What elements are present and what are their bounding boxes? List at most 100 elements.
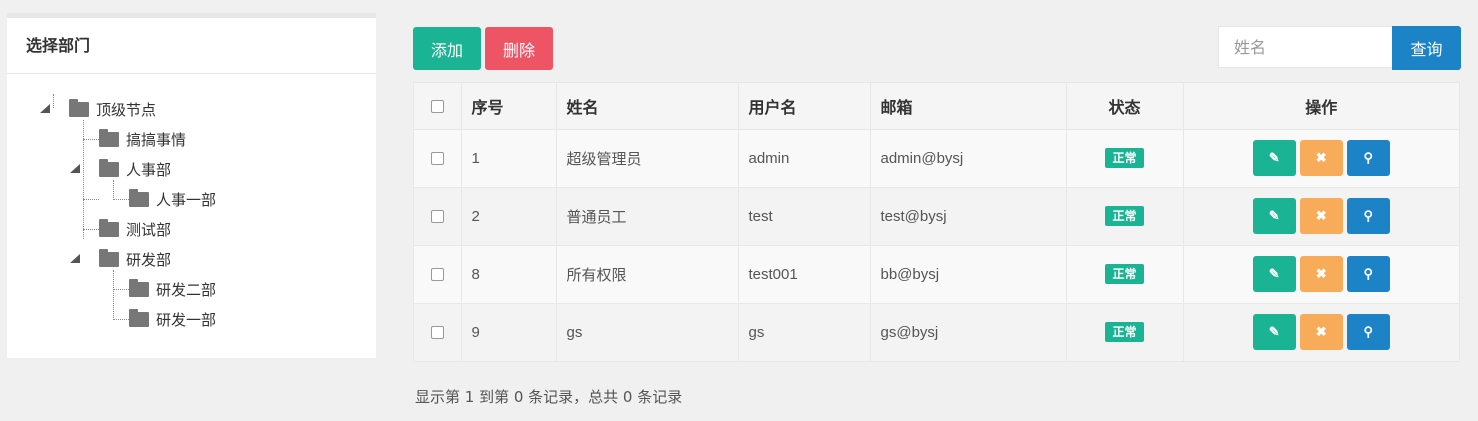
department-panel-title: 选择部门 xyxy=(7,18,376,74)
reset-password-button[interactable]: ⚲ xyxy=(1346,314,1390,350)
tree-node[interactable]: 研发部 xyxy=(99,248,171,270)
select-all-header xyxy=(414,83,462,130)
tree-node-label: 顶级节点 xyxy=(96,100,157,119)
tree-node-label: 测试部 xyxy=(126,220,172,239)
remove-icon: ✖ xyxy=(1315,324,1327,339)
edit-button[interactable]: ✎ xyxy=(1252,140,1296,176)
edit-button[interactable]: ✎ xyxy=(1252,256,1296,292)
edit-icon: ✎ xyxy=(1268,150,1280,165)
tree-connector xyxy=(113,199,129,200)
remove-icon: ✖ xyxy=(1315,266,1327,281)
cell-id: 8 xyxy=(461,245,557,304)
table-row[interactable]: 2 普通员工 test test@bysj 正常 ✎ ✖ ⚲ xyxy=(414,187,1459,246)
cell-username: admin xyxy=(738,129,871,188)
cell-name: 普通员工 xyxy=(556,187,739,246)
tree-connector xyxy=(113,319,129,320)
reset-password-button[interactable]: ⚲ xyxy=(1346,198,1390,234)
edit-icon: ✎ xyxy=(1268,324,1280,339)
cell-actions: ✎ ✖ ⚲ xyxy=(1183,245,1459,304)
add-button[interactable]: 添加 xyxy=(413,27,481,70)
remove-button[interactable]: ✖ xyxy=(1299,314,1343,350)
tree-node[interactable]: 人事部 xyxy=(99,158,171,180)
row-checkbox[interactable] xyxy=(430,210,444,224)
tree-node[interactable]: 搞搞事情 xyxy=(99,128,186,150)
folder-icon xyxy=(99,128,119,147)
cell-email: test@bysj xyxy=(870,187,1067,246)
column-header-status[interactable]: 状态 xyxy=(1066,83,1184,130)
department-tree: 顶级节点 搞搞事情 人事部 人事一部 测试部 研发部 研发二部 研发一部 xyxy=(7,74,376,354)
remove-icon: ✖ xyxy=(1315,208,1327,223)
cell-status: 正常 xyxy=(1066,187,1184,246)
cell-email: gs@bysj xyxy=(870,303,1067,362)
cell-status: 正常 xyxy=(1066,129,1184,188)
tree-collapse-toggle[interactable] xyxy=(40,104,50,113)
cell-id: 1 xyxy=(461,129,557,188)
cell-username: gs xyxy=(738,303,871,362)
remove-button[interactable]: ✖ xyxy=(1299,198,1343,234)
row-checkbox[interactable] xyxy=(430,152,444,166)
column-header-id[interactable]: 序号 xyxy=(461,83,557,130)
cell-name: gs xyxy=(556,303,739,362)
folder-icon xyxy=(129,278,149,297)
tree-node[interactable]: 人事一部 xyxy=(129,188,216,210)
folder-icon xyxy=(99,248,119,267)
status-badge: 正常 xyxy=(1105,206,1144,226)
tree-node-label: 研发一部 xyxy=(156,310,217,329)
row-select-cell xyxy=(414,303,462,362)
cell-username: test001 xyxy=(738,245,871,304)
reset-password-button[interactable]: ⚲ xyxy=(1346,140,1390,176)
query-button[interactable]: 查询 xyxy=(1392,26,1461,70)
edit-icon: ✎ xyxy=(1268,208,1280,223)
row-select-cell xyxy=(414,245,462,304)
cell-name: 超级管理员 xyxy=(556,129,739,188)
tree-node-label: 搞搞事情 xyxy=(126,130,187,149)
cell-id: 9 xyxy=(461,303,557,362)
key-icon: ⚲ xyxy=(1363,266,1374,281)
cell-actions: ✎ ✖ ⚲ xyxy=(1183,187,1459,246)
tree-connector xyxy=(113,289,129,290)
tree-connector xyxy=(83,120,84,239)
folder-icon xyxy=(129,308,149,327)
tree-collapse-toggle[interactable] xyxy=(70,164,80,173)
tree-node-label: 人事一部 xyxy=(156,190,217,209)
folder-icon xyxy=(99,218,119,237)
edit-button[interactable]: ✎ xyxy=(1252,198,1296,234)
cell-username: test xyxy=(738,187,871,246)
key-icon: ⚲ xyxy=(1363,208,1374,223)
column-header-actions: 操作 xyxy=(1183,83,1459,130)
tree-collapse-toggle[interactable] xyxy=(70,254,80,263)
tree-node[interactable]: 研发二部 xyxy=(129,278,216,300)
delete-button[interactable]: 删除 xyxy=(485,27,553,70)
row-checkbox[interactable] xyxy=(430,326,444,340)
column-header-email[interactable]: 邮箱 xyxy=(870,83,1067,130)
column-header-name[interactable]: 姓名 xyxy=(556,83,739,130)
cell-email: admin@bysj xyxy=(870,129,1067,188)
tree-node-label: 研发部 xyxy=(126,250,172,269)
tree-connector xyxy=(113,180,114,200)
row-checkbox[interactable] xyxy=(430,268,444,282)
remove-icon: ✖ xyxy=(1315,150,1327,165)
column-header-username[interactable]: 用户名 xyxy=(738,83,871,130)
tree-node[interactable]: 研发一部 xyxy=(129,308,216,330)
pagination-info: 显示第 1 到第 0 条记录，总共 0 条记录 xyxy=(415,388,683,406)
select-all-checkbox[interactable] xyxy=(430,100,444,114)
remove-button[interactable]: ✖ xyxy=(1299,140,1343,176)
table-row[interactable]: 1 超级管理员 admin admin@bysj 正常 ✎ ✖ ⚲ xyxy=(414,129,1459,188)
cell-actions: ✎ ✖ ⚲ xyxy=(1183,303,1459,362)
cell-id: 2 xyxy=(461,187,557,246)
table-row[interactable]: 8 所有权限 test001 bb@bysj 正常 ✎ ✖ ⚲ xyxy=(414,245,1459,304)
status-badge: 正常 xyxy=(1105,322,1144,342)
edit-icon: ✎ xyxy=(1268,266,1280,281)
tree-node-label: 研发二部 xyxy=(156,280,217,299)
cell-name: 所有权限 xyxy=(556,245,739,304)
reset-password-button[interactable]: ⚲ xyxy=(1346,256,1390,292)
name-search-input[interactable] xyxy=(1218,26,1393,68)
user-table-container: 序号 姓名 用户名 邮箱 状态 操作 1 超级管理员 admin admin@b… xyxy=(413,82,1460,362)
cell-status: 正常 xyxy=(1066,303,1184,362)
tree-node-top[interactable]: 顶级节点 xyxy=(69,98,156,120)
tree-node[interactable]: 测试部 xyxy=(99,218,171,240)
edit-button[interactable]: ✎ xyxy=(1252,314,1296,350)
department-panel: 选择部门 顶级节点 搞搞事情 人事部 人事一部 测试部 研发部 研发二部 研发一… xyxy=(7,13,376,358)
remove-button[interactable]: ✖ xyxy=(1299,256,1343,292)
table-row[interactable]: 9 gs gs gs@bysj 正常 ✎ ✖ ⚲ xyxy=(414,303,1459,362)
